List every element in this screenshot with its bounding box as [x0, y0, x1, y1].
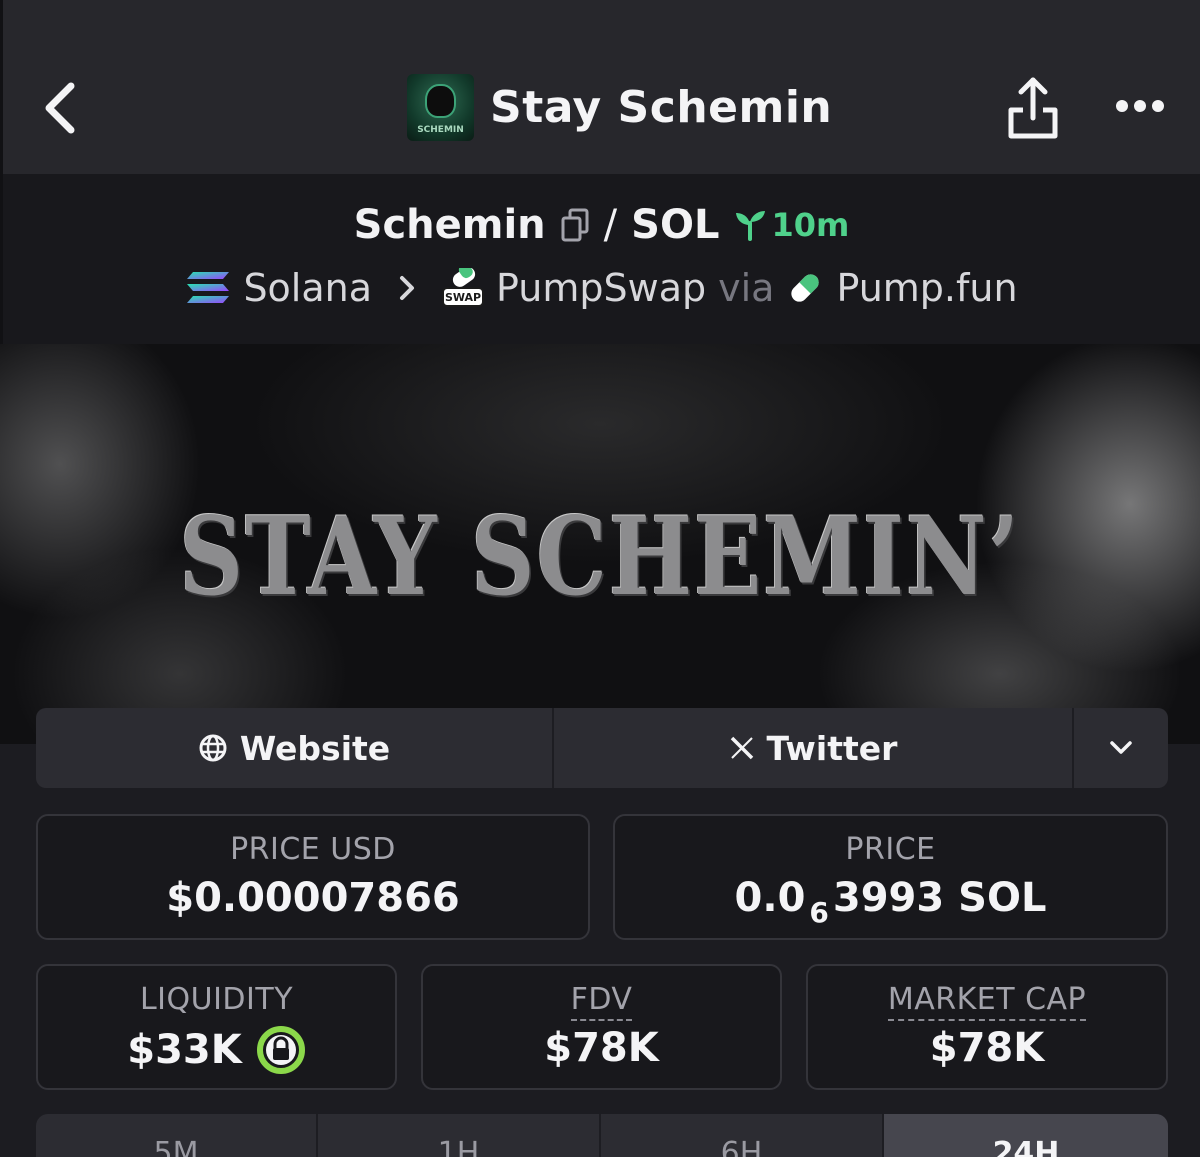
tab-6h[interactable]: 6H: [601, 1114, 884, 1157]
twitter-button[interactable]: Twitter: [554, 708, 1074, 788]
pair-info: Schemin / SOL 10m Solana SWAP PumpSwap v…: [0, 174, 1200, 344]
more-links-dropdown[interactable]: [1074, 708, 1168, 788]
price-usd-value: $0.00007866: [166, 875, 460, 921]
price-native-card: PRICE 0.0 6 3993 SOL: [613, 814, 1168, 940]
x-icon: [730, 736, 753, 760]
chevron-down-icon: [1110, 741, 1132, 754]
network-label[interactable]: Solana: [243, 266, 372, 310]
base-token: Schemin: [353, 202, 546, 248]
via-label: via: [718, 266, 775, 310]
liquidity-label: LIQUIDITY: [139, 982, 294, 1017]
price-usd-label: PRICE USD: [230, 832, 396, 867]
dex-label[interactable]: PumpSwap: [496, 266, 706, 310]
solana-icon: [187, 272, 230, 303]
social-links: Website Twitter: [36, 708, 1168, 788]
token-avatar: SCHEMIN: [407, 73, 474, 141]
chain-line: Solana SWAP PumpSwap via Pump.fun: [3, 263, 1200, 310]
token-title: SCHEMIN Stay Schemin: [407, 72, 832, 142]
pair-separator: /: [603, 202, 618, 248]
zero-count: 6: [809, 895, 829, 929]
market-cap-card: MARKET CAP $78K: [806, 964, 1168, 1090]
lock-icon[interactable]: [256, 1025, 306, 1075]
timeframe-tabs: 5M 1H 6H 24H: [36, 1114, 1168, 1157]
price-label: PRICE: [845, 832, 936, 867]
fdv-value: $78K: [544, 1025, 659, 1071]
market-cap-value: $78K: [929, 1025, 1045, 1071]
more-icon[interactable]: [1115, 92, 1165, 120]
pair-line: Schemin / SOL 10m: [3, 202, 1200, 248]
copy-icon[interactable]: [560, 208, 590, 242]
back-icon[interactable]: [39, 78, 83, 138]
globe-icon: [199, 734, 227, 762]
launchpad-label[interactable]: Pump.fun: [836, 266, 1017, 310]
banner-title: STAY SCHEMIN’: [179, 494, 1021, 620]
share-icon[interactable]: [1007, 74, 1059, 140]
age-label: 10m: [771, 206, 850, 244]
tab-5m[interactable]: 5M: [36, 1114, 318, 1157]
tab-1h[interactable]: 1H: [318, 1114, 601, 1157]
liquidity-value-row: $33K: [38, 1025, 395, 1075]
pair-age: 10m: [733, 206, 849, 244]
pill-icon: [791, 274, 820, 302]
liquidity-value: $33K: [127, 1027, 242, 1073]
token-banner: STAY SCHEMIN’: [0, 344, 1200, 744]
market-cap-label[interactable]: MARKET CAP: [887, 982, 1087, 1021]
fdv-label[interactable]: FDV: [570, 982, 633, 1021]
twitter-label: Twitter: [766, 728, 898, 768]
price-native-value: 0.0 6 3993 SOL: [734, 875, 1047, 929]
fdv-card: FDV $78K: [421, 964, 782, 1090]
liquidity-card: LIQUIDITY $33K: [36, 964, 397, 1090]
pumpswap-icon: SWAP: [442, 263, 485, 308]
tab-24h[interactable]: 24H: [884, 1114, 1168, 1157]
price-usd-card: PRICE USD $0.00007866: [36, 814, 590, 940]
quote-token: SOL: [631, 202, 720, 248]
top-bar: SCHEMIN Stay Schemin: [0, 0, 1200, 174]
website-label: Website: [239, 728, 391, 768]
website-button[interactable]: Website: [36, 708, 554, 788]
page-title: Stay Schemin: [490, 81, 833, 133]
sprout-icon: [736, 211, 766, 241]
chevron-right-icon: [400, 276, 415, 300]
